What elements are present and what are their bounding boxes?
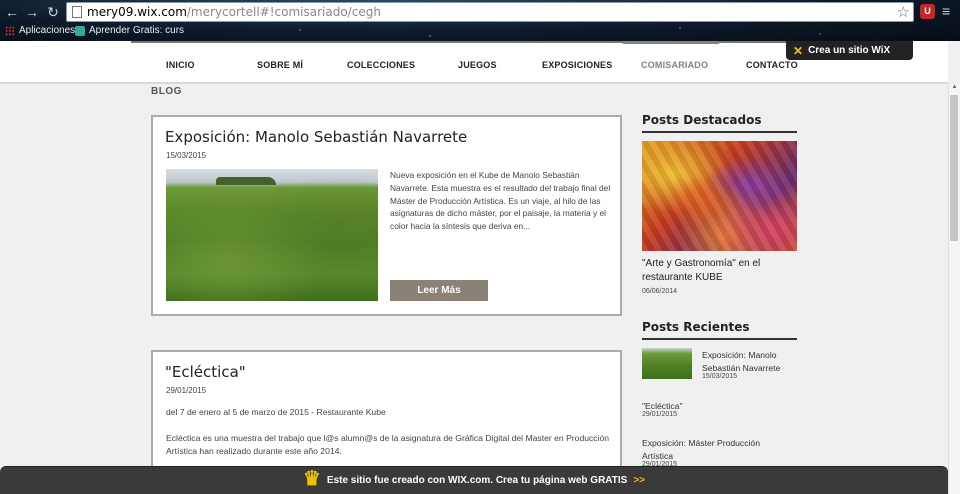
post-subtitle: del 7 de enero al 5 de marzo de 2015 - R… bbox=[166, 407, 386, 417]
featured-post-date: 06/06/2014 bbox=[642, 288, 678, 295]
blog-heading: BLOG bbox=[151, 86, 182, 97]
menu-contacto[interactable]: CONTACTO bbox=[746, 60, 798, 70]
menu-top-line bbox=[131, 41, 794, 44]
wix-banner-arrows[interactable]: >> bbox=[633, 475, 645, 486]
bookmark-favicon-icon bbox=[75, 25, 85, 36]
post-date: 15/03/2015 bbox=[166, 151, 207, 160]
wix-create-site-button[interactable]: ✕ Crea un sitio WiX bbox=[786, 41, 913, 60]
recent-post-date: 29/01/2015 bbox=[642, 411, 678, 418]
browser-menu-icon[interactable]: ≡ bbox=[942, 3, 950, 19]
post-card: Exposición: Manolo Sebastián Navarrete 1… bbox=[151, 115, 622, 316]
wix-footer-banner[interactable]: ♛ Este sitio fue creado con WIX.com. Cre… bbox=[0, 466, 948, 494]
recent-posts-heading: Posts Recientes bbox=[642, 320, 750, 334]
bookmark-aprender[interactable]: Aprender Gratis: curs bbox=[75, 25, 184, 36]
wix-promo-label: Crea un sitio WiX bbox=[808, 45, 891, 56]
active-menu-indicator bbox=[623, 41, 719, 44]
recent-divider bbox=[642, 338, 797, 340]
menu-exposiciones[interactable]: EXPOSICIONES bbox=[542, 60, 612, 70]
extension-icon[interactable]: U bbox=[920, 4, 935, 19]
recent-post-date: 15/03/2015 bbox=[702, 373, 738, 380]
post-date: 29/01/2015 bbox=[166, 386, 207, 395]
featured-post-image[interactable] bbox=[642, 141, 797, 251]
post-excerpt: Nueva exposición en el Kube de Manolo Se… bbox=[390, 170, 611, 232]
menu-juegos[interactable]: JUEGOS bbox=[458, 60, 497, 70]
post-card: "Ecléctica" 29/01/2015 del 7 de enero al… bbox=[151, 350, 622, 480]
bookmark-label: Aplicaciones bbox=[19, 25, 76, 36]
scrollbar-thumb[interactable] bbox=[950, 95, 958, 241]
recent-post-title[interactable]: Exposición: Máster Producción Artística bbox=[642, 437, 792, 462]
bookmark-star-icon[interactable]: ☆ bbox=[897, 3, 910, 21]
browser-chrome: ← → ↻ mery09.wix.com/merycortell#!comisa… bbox=[0, 0, 960, 41]
featured-divider bbox=[642, 131, 797, 133]
menu-colecciones[interactable]: COLECCIONES bbox=[347, 60, 415, 70]
reload-icon[interactable]: ↻ bbox=[45, 4, 61, 20]
scroll-up-arrow-icon[interactable]: ▲ bbox=[949, 84, 960, 94]
bookmarks-bar: Aplicaciones Aprender Gratis: curs bbox=[0, 24, 960, 40]
menu-comisariado[interactable]: COMISARIADO bbox=[641, 60, 708, 70]
menu-inicio[interactable]: INICIO bbox=[166, 60, 195, 70]
bookmark-apps[interactable]: Aplicaciones bbox=[5, 25, 75, 36]
menu-sobre-mi[interactable]: SOBRE MÍ bbox=[257, 60, 303, 70]
featured-post-title[interactable]: "Arte y Gastronomía" en el restaurante K… bbox=[642, 257, 797, 285]
page-icon bbox=[72, 6, 82, 18]
wix-crown-icon: ♛ bbox=[302, 468, 321, 490]
post-excerpt: Ecléctica es una muestra del trabajo que… bbox=[166, 433, 610, 456]
featured-posts-heading: Posts Destacados bbox=[642, 113, 762, 127]
apps-grid-icon bbox=[5, 25, 15, 36]
post-image[interactable] bbox=[166, 169, 378, 301]
wix-logo-icon: ✕ bbox=[793, 43, 804, 58]
back-arrow-icon[interactable]: ← bbox=[4, 4, 20, 20]
read-more-button[interactable]: Leer Más bbox=[390, 280, 488, 301]
forward-arrow-icon[interactable]: → bbox=[24, 4, 40, 20]
url-text[interactable]: mery09.wix.com/merycortell#!comisariado/… bbox=[87, 5, 381, 19]
post-title[interactable]: Exposición: Manolo Sebastián Navarrete bbox=[165, 128, 467, 146]
bookmark-label: Aprender Gratis: curs bbox=[89, 25, 185, 36]
wix-banner-text[interactable]: Este sitio fue creado con WIX.com. Crea … bbox=[327, 475, 627, 486]
post-title[interactable]: "Ecléctica" bbox=[165, 363, 246, 381]
address-bar[interactable]: mery09.wix.com/merycortell#!comisariado/… bbox=[66, 2, 914, 22]
recent-post-thumbnail[interactable] bbox=[642, 348, 692, 379]
recent-post-title[interactable]: Exposición: Manolo Sebastián Navarrete bbox=[702, 349, 797, 374]
